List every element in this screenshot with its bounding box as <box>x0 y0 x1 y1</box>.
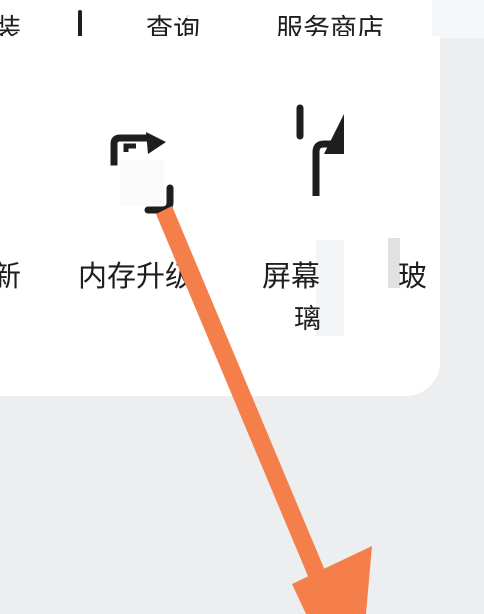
service-card <box>0 36 440 396</box>
screen-glare <box>164 0 208 18</box>
memory-upgrade-label[interactable]: 内存升级 <box>78 256 194 296</box>
photo-glare <box>120 160 164 206</box>
arrow-head <box>292 546 372 614</box>
screen-glass-label-tail[interactable]: 玻 <box>398 256 427 296</box>
screen-glass-label-line-2[interactable]: 璃 <box>294 300 321 340</box>
service-item-label-partial[interactable]: 新 <box>0 256 21 296</box>
screen-glass-label[interactable]: 屏幕 <box>262 256 320 296</box>
top-row-edge <box>432 0 484 38</box>
screen-glass-icon[interactable] <box>294 104 350 204</box>
top-item-icon-fragment <box>78 10 82 38</box>
